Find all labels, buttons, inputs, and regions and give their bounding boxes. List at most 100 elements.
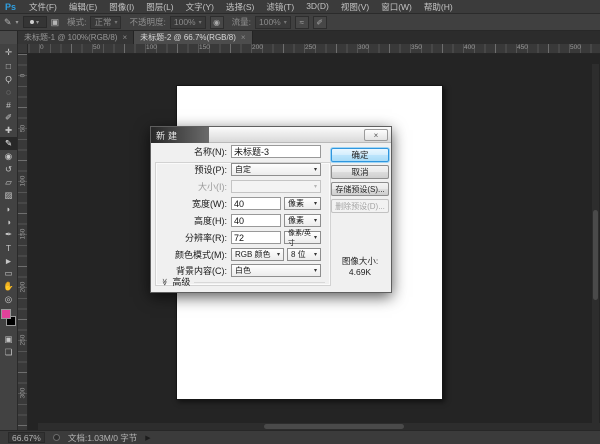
width-field[interactable] [231, 197, 281, 210]
save-preset-button[interactable]: 存储预设(S)... [331, 182, 389, 196]
dialog-titlebar[interactable]: 新建 × [151, 127, 391, 143]
shape-tool[interactable]: ▭ [0, 267, 17, 280]
preset-dropdown[interactable]: 自定 ▾ [231, 163, 321, 176]
mode-dropdown[interactable]: 正常 ▾ [90, 15, 122, 29]
crop-tool[interactable]: # [0, 98, 17, 111]
menu-help[interactable]: 帮助(H) [418, 1, 459, 13]
pen-tool[interactable]: ✒ [0, 228, 17, 241]
chevron-down-icon: ▾ [313, 184, 317, 190]
chevron-down-icon: ▾ [313, 252, 317, 258]
cancel-button[interactable]: 取消 [331, 165, 389, 179]
delete-preset-button: 删除预设(D)... [331, 199, 389, 213]
document-tab[interactable]: 未标题-1 @ 100%(RGB/8) × [18, 31, 135, 44]
new-document-dialog: 新建 × 名称(N): 预设(P): 自定 ▾ 大小(I): ▾ [150, 126, 392, 293]
opacity-label: 不透明度: [129, 17, 166, 27]
flow-dropdown[interactable]: 100% ▾ [255, 15, 291, 29]
screen-mode-button[interactable]: ❏ [0, 346, 17, 359]
brush-tool-icon[interactable]: ✎ [4, 16, 12, 29]
scrollbar-thumb[interactable] [264, 424, 404, 429]
menu-window[interactable]: 窗口(W) [375, 1, 418, 13]
resolution-unit-dropdown[interactable]: 像素/英寸 ▾ [284, 230, 321, 247]
status-bar: 66.67% 文档:1.03M/0 字节 ▶ [0, 430, 600, 444]
opacity-value: 100% [173, 17, 196, 27]
height-field[interactable] [231, 214, 281, 227]
menu-type[interactable]: 文字(Y) [180, 1, 220, 13]
color-mode-dropdown[interactable]: RGB 颜色 ▾ [231, 248, 284, 261]
height-unit-value: 像素 [288, 216, 304, 225]
ruler-label: 0 [19, 73, 27, 78]
quick-mask-button[interactable]: ▣ [0, 333, 17, 346]
tab-bar: 未标题-1 @ 100%(RGB/8) × 未标题-2 @ 66.7%(RGB/8)… [0, 31, 600, 44]
menu-filter[interactable]: 滤镜(T) [260, 1, 300, 13]
resolution-field[interactable] [231, 231, 281, 244]
move-tool[interactable]: ✛ [0, 46, 17, 59]
tab-close-icon[interactable]: × [241, 33, 246, 42]
eyedropper-tool[interactable]: ✐ [0, 111, 17, 124]
toolbox-collapse-button[interactable] [0, 31, 18, 44]
width-label: 宽度(W): [192, 199, 227, 209]
blur-tool[interactable]: ◗ [0, 202, 17, 215]
height-unit-dropdown[interactable]: 像素 ▾ [284, 214, 321, 227]
menu-3d[interactable]: 3D(D) [300, 1, 335, 13]
toolbox: ✛ □ Ϙ ◌ # ✐ ✚ ✎ ◉ ↺ ▱ ▨ ◗ ◑ ✒ T ► ▭ ✋ ◎ ▣ ❏ [0, 44, 18, 430]
name-field[interactable] [231, 145, 321, 158]
type-tool[interactable]: T [0, 241, 17, 254]
brush-panel-toggle-icon[interactable]: ▣ [51, 16, 60, 29]
color-swatches [0, 309, 18, 331]
chevron-down-icon[interactable]: ▾ [16, 19, 19, 26]
chevron-down-icon: ▾ [313, 218, 317, 224]
ok-button[interactable]: 确定 [331, 148, 389, 162]
close-icon[interactable]: × [364, 129, 388, 141]
divider [194, 282, 325, 283]
ps-logo: Ps [5, 1, 17, 12]
scrollbar-thumb[interactable] [593, 210, 598, 301]
marquee-tool[interactable]: □ [0, 59, 17, 72]
airbrush-icon[interactable]: ≈ [294, 15, 309, 29]
menu-select[interactable]: 选择(S) [220, 1, 260, 13]
zoom-tool[interactable]: ◎ [0, 293, 17, 306]
tab-close-icon[interactable]: × [122, 33, 127, 42]
chevron-down-icon: ▾ [283, 19, 287, 26]
foreground-color-swatch[interactable] [1, 309, 11, 319]
quick-selection-tool[interactable]: ◌ [0, 85, 17, 98]
horizontal-scrollbar[interactable] [38, 423, 600, 430]
pressure-opacity-icon[interactable]: ◉ [209, 15, 224, 29]
ruler-label: 350 [411, 44, 422, 51]
zoom-level-field[interactable]: 66.67% [8, 432, 45, 443]
gradient-tool[interactable]: ▨ [0, 189, 17, 202]
menu-file[interactable]: 文件(F) [23, 1, 63, 13]
brush-tool[interactable]: ✎ [0, 137, 17, 150]
ruler-label: 300 [19, 387, 27, 399]
height-label: 高度(H): [194, 216, 227, 226]
hand-tool[interactable]: ✋ [0, 280, 17, 293]
menu-image[interactable]: 图像(I) [103, 1, 140, 13]
path-selection-tool[interactable]: ► [0, 254, 17, 267]
ruler-label: 250 [305, 44, 316, 51]
clone-stamp-tool[interactable]: ◉ [0, 150, 17, 163]
opacity-dropdown[interactable]: 100% ▾ [169, 15, 206, 29]
chevron-down-icon: ▾ [313, 268, 317, 274]
menu-layer[interactable]: 图层(L) [140, 1, 179, 13]
bit-depth-dropdown[interactable]: 8 位 ▾ [287, 248, 321, 261]
healing-brush-tool[interactable]: ✚ [0, 124, 17, 137]
ruler-label: 500 [570, 44, 581, 51]
document-tab[interactable]: 未标题-2 @ 66.7%(RGB/8) × [134, 31, 253, 44]
ruler-label: 450 [517, 44, 528, 51]
pressure-size-icon[interactable]: ✐ [312, 15, 327, 29]
brush-preset-picker[interactable]: ▾ [22, 16, 47, 28]
ruler-horizontal: 0 50 100 150 200 250 300 350 400 450 500 [18, 44, 600, 54]
mode-label: 模式: [67, 17, 87, 27]
history-brush-tool[interactable]: ↺ [0, 163, 17, 176]
menu-view[interactable]: 视图(V) [335, 1, 375, 13]
vertical-scrollbar[interactable] [592, 64, 599, 430]
menu-edit[interactable]: 编辑(E) [63, 1, 103, 13]
status-expand-arrow[interactable]: ▶ [145, 434, 150, 442]
lasso-tool[interactable]: Ϙ [0, 72, 17, 85]
width-unit-dropdown[interactable]: 像素 ▾ [284, 197, 321, 210]
advanced-expander[interactable]: ≫ 高级 [161, 275, 325, 288]
ruler-vertical: 0 50 100 150 200 250 300 [18, 54, 28, 430]
eraser-tool[interactable]: ▱ [0, 176, 17, 189]
photoshop-window: Ps 文件(F) 编辑(E) 图像(I) 图层(L) 文字(Y) 选择(S) 滤镜(T) 3D… [0, 0, 600, 444]
dodge-tool[interactable]: ◑ [0, 215, 17, 228]
mode-value: 正常 [94, 17, 112, 27]
